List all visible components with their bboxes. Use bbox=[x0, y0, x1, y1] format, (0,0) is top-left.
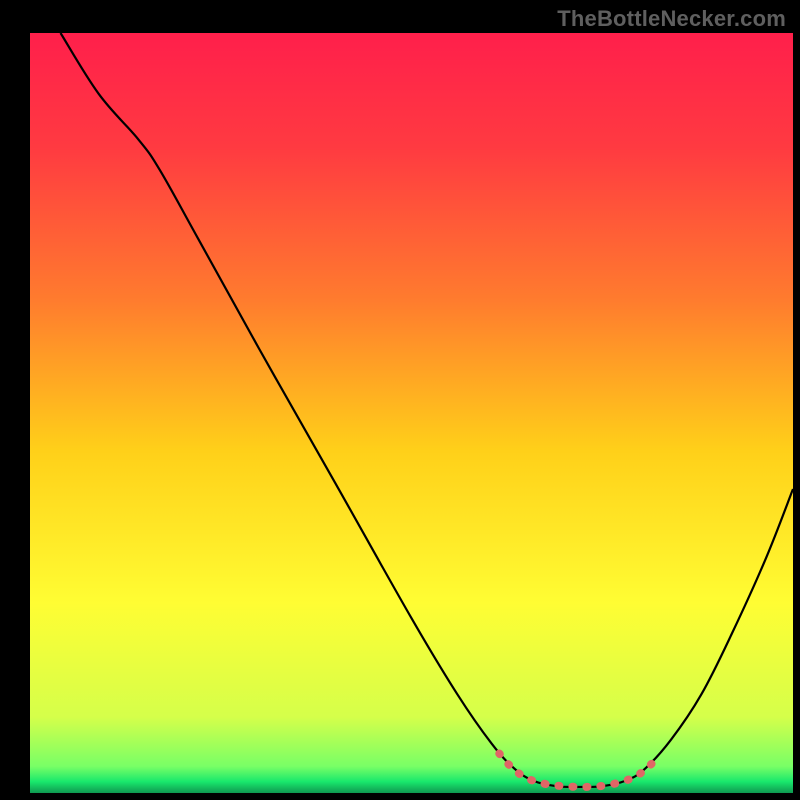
chart-frame: TheBottleNecker.com bbox=[0, 0, 800, 800]
chart-svg bbox=[0, 0, 800, 800]
